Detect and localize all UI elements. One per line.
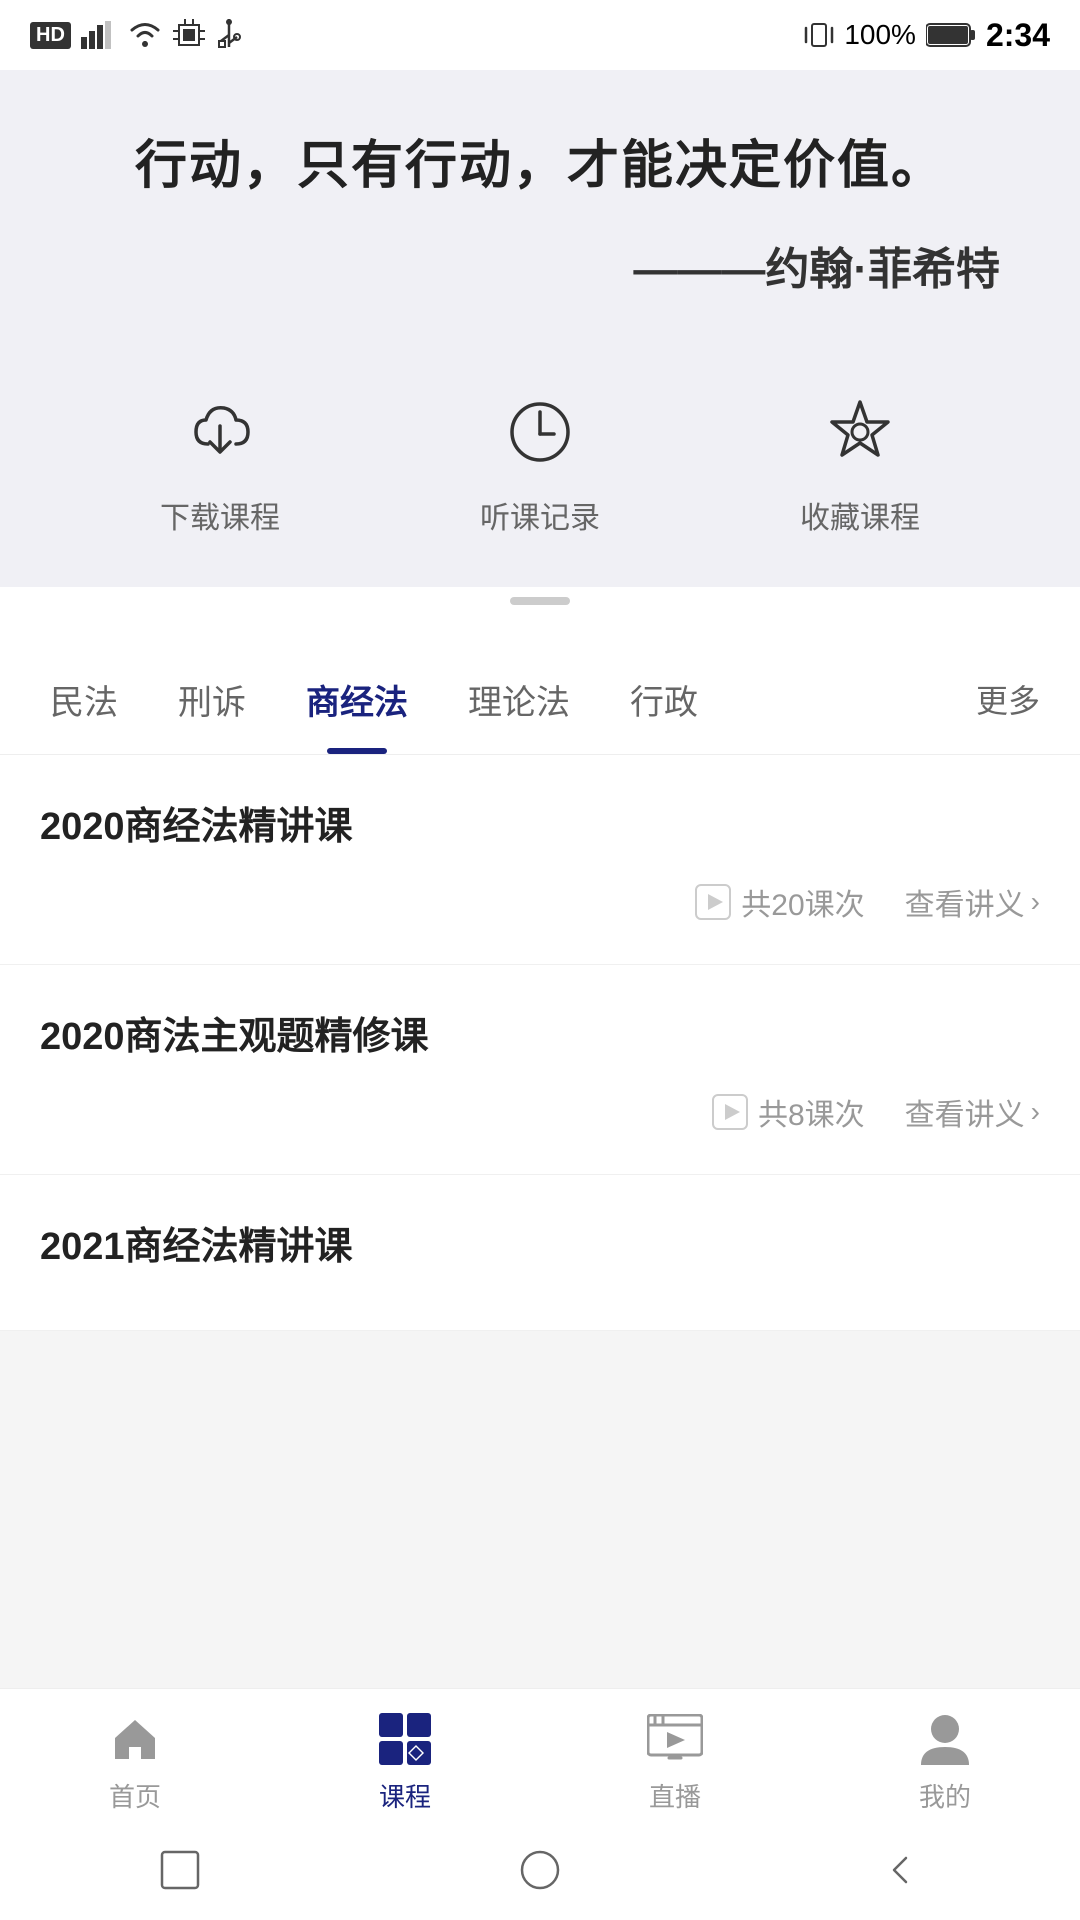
bottom-nav: 首页 课程: [0, 1688, 1080, 1920]
download-cloud-icon: [175, 387, 265, 477]
time-text: 2:34: [986, 17, 1050, 54]
course-meta-1: 共20课次 查看讲义 ›: [40, 880, 1040, 924]
action-history[interactable]: 听课记录: [480, 387, 600, 537]
nav-live[interactable]: 直播: [645, 1709, 705, 1814]
chevron-icon-2: ›: [1031, 1096, 1040, 1128]
course-count-1: 共20课次: [695, 880, 864, 924]
nav-home-label: 首页: [109, 1777, 161, 1814]
nav-home[interactable]: 首页: [105, 1709, 165, 1814]
wifi-icon: [127, 21, 163, 49]
course-item-3: 2021商经法精讲课: [0, 1175, 1080, 1331]
count-text-2: 共8课次: [758, 1090, 865, 1134]
nav-mine[interactable]: 我的: [915, 1709, 975, 1814]
header-section: 行动，只有行动，才能决定价值。 ———约翰·菲希特: [0, 70, 1080, 347]
star-icon: [815, 387, 905, 477]
history-label: 听课记录: [480, 493, 600, 537]
course-title-1: 2020商经法精讲课: [40, 795, 1040, 850]
course-count-2: 共8课次: [712, 1090, 865, 1134]
android-back-btn[interactable]: [870, 1840, 930, 1900]
scroll-dot: [510, 597, 570, 605]
signal-icon: [81, 21, 117, 49]
user-icon: [915, 1709, 975, 1769]
download-label: 下载课程: [160, 493, 280, 537]
clock-icon: [495, 387, 585, 477]
tab-bar: 民法 刑诉 商经法 理论法 行政 更多: [0, 645, 1080, 755]
play-icon-1: [695, 884, 731, 920]
course-item-1: 2020商经法精讲课 共20课次 查看讲义 ›: [0, 755, 1080, 965]
battery-icon: [926, 22, 976, 48]
android-circle-btn[interactable]: [510, 1840, 570, 1900]
quote-author: ———约翰·菲希特: [60, 233, 1020, 297]
course-item-2: 2020商法主观题精修课 共8课次 查看讲义 ›: [0, 965, 1080, 1175]
course-title-3: 2021商经法精讲课: [40, 1215, 1040, 1270]
nav-live-label: 直播: [649, 1777, 701, 1814]
favorite-label: 收藏课程: [800, 493, 920, 537]
nav-course[interactable]: 课程: [375, 1709, 435, 1814]
action-download[interactable]: 下载课程: [160, 387, 280, 537]
nav-course-label: 课程: [379, 1777, 431, 1814]
course-title-2: 2020商法主观题精修课: [40, 1005, 1040, 1060]
course-link-1[interactable]: 查看讲义 ›: [905, 880, 1040, 924]
status-right: 100% 2:34: [804, 17, 1050, 54]
count-text-1: 共20课次: [741, 880, 864, 924]
battery-text: 100%: [844, 19, 916, 51]
play-icon-2: [712, 1094, 748, 1130]
live-icon: [645, 1709, 705, 1769]
action-favorite[interactable]: 收藏课程: [800, 387, 920, 537]
tab-minfa[interactable]: 民法: [20, 645, 148, 754]
usb-icon: [215, 19, 243, 51]
status-bar: HD: [0, 0, 1080, 70]
android-square-btn[interactable]: [150, 1840, 210, 1900]
android-nav: [0, 1824, 1080, 1920]
nav-items: 首页 课程: [0, 1689, 1080, 1824]
tab-xingsu[interactable]: 刑诉: [148, 645, 276, 754]
status-left: HD: [30, 19, 243, 51]
nav-mine-label: 我的: [919, 1777, 971, 1814]
chevron-icon-1: ›: [1031, 886, 1040, 918]
course-icon: [375, 1709, 435, 1769]
tab-shangjingfa[interactable]: 商经法: [276, 645, 438, 754]
hd-badge: HD: [30, 22, 71, 49]
quote-text: 行动，只有行动，才能决定价值。: [60, 130, 1020, 203]
course-list: 2020商经法精讲课 共20课次 查看讲义 › 2020商法主观题精修课: [0, 755, 1080, 1331]
quick-actions: 下载课程 听课记录 收藏课程: [0, 347, 1080, 587]
vibrate-icon: [804, 20, 834, 50]
tab-xingzheng[interactable]: 行政: [600, 645, 728, 754]
course-link-2[interactable]: 查看讲义 ›: [905, 1090, 1040, 1134]
chip-icon: [173, 19, 205, 51]
scroll-indicator: [0, 587, 1080, 615]
tab-lilunfa[interactable]: 理论法: [438, 645, 600, 754]
course-meta-2: 共8课次 查看讲义 ›: [40, 1090, 1040, 1134]
home-icon: [105, 1709, 165, 1769]
tab-more[interactable]: 更多: [956, 646, 1060, 752]
